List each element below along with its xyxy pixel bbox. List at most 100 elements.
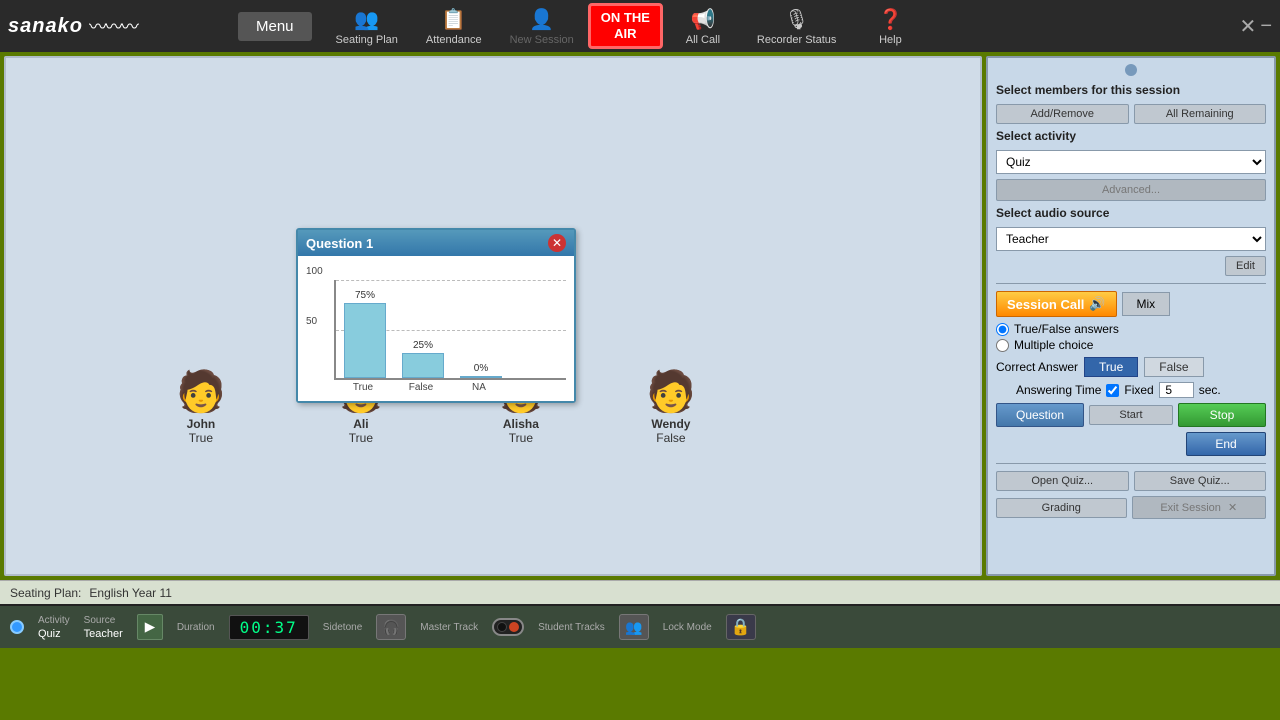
bar-false-rect bbox=[402, 353, 444, 378]
x-label-false: False bbox=[400, 382, 442, 393]
question-start-stop-row: Question Start Stop bbox=[996, 403, 1266, 427]
correct-false-button[interactable]: False bbox=[1144, 357, 1203, 377]
open-quiz-button[interactable]: Open Quiz... bbox=[996, 471, 1129, 491]
duration-label: Duration bbox=[177, 622, 215, 633]
session-call-label: Session Call bbox=[1007, 297, 1084, 312]
true-false-radio[interactable] bbox=[996, 323, 1009, 336]
fixed-label: Fixed bbox=[1124, 383, 1153, 397]
lock-mode-label: Lock Mode bbox=[663, 622, 712, 633]
student-ali-answer: True bbox=[349, 431, 373, 445]
quiz-buttons-row: Open Quiz... Save Quiz... bbox=[996, 471, 1266, 491]
select-activity-label: Select activity bbox=[996, 129, 1266, 143]
true-false-label: True/False answers bbox=[1014, 322, 1119, 336]
master-track-control[interactable] bbox=[492, 618, 524, 636]
student-wendy-icon: 🧑 bbox=[646, 368, 696, 415]
sec-label: sec. bbox=[1199, 383, 1221, 397]
edit-button[interactable]: Edit bbox=[1225, 256, 1266, 276]
chart-dialog: Question 1 ✕ 100 50 75% bbox=[296, 228, 576, 403]
x-label-true: True bbox=[342, 382, 384, 393]
recorder-label: Recorder Status bbox=[757, 34, 836, 46]
nav-all-call[interactable]: 📢 All Call bbox=[663, 3, 743, 50]
logo-area: sanako 〰〰〰 bbox=[8, 13, 238, 39]
true-false-radio-row[interactable]: True/False answers bbox=[996, 322, 1266, 336]
grading-button[interactable]: Grading bbox=[996, 498, 1127, 518]
answering-time-label: Answering Time bbox=[1016, 383, 1101, 397]
master-dot-1 bbox=[497, 622, 507, 632]
recorder-icon: 🎙 bbox=[784, 7, 809, 32]
panel-indicator bbox=[1125, 64, 1137, 76]
nav-attendance[interactable]: 📋 Attendance bbox=[412, 3, 496, 50]
new-session-icon: 👤 bbox=[529, 7, 554, 32]
bar-na-rect bbox=[460, 376, 502, 378]
seating-area: 🧑 John True 🧑 Ali True 🧑 Alisha True 🧑 W… bbox=[4, 56, 982, 576]
multiple-choice-radio-row[interactable]: Multiple choice bbox=[996, 338, 1266, 352]
multiple-choice-radio[interactable] bbox=[996, 339, 1009, 352]
edit-row: Edit bbox=[996, 256, 1266, 276]
student-wendy-name: Wendy bbox=[651, 417, 690, 431]
divider-1 bbox=[996, 283, 1266, 284]
seating-plan-value: English Year 11 bbox=[89, 586, 172, 600]
seating-plan-icon: 👥 bbox=[354, 7, 379, 32]
seconds-input[interactable] bbox=[1159, 382, 1194, 398]
audio-source-select[interactable]: Teacher bbox=[996, 227, 1266, 251]
student-tracks-button[interactable]: 👥 bbox=[619, 614, 649, 640]
on-air-button[interactable]: ON THEAIR bbox=[588, 3, 663, 48]
nav-seating-plan[interactable]: 👥 Seating Plan bbox=[322, 3, 412, 50]
bottombar: Activity Quiz Source Teacher ▶ Duration … bbox=[0, 604, 1280, 648]
advanced-button[interactable]: Advanced... bbox=[996, 179, 1266, 201]
session-call-button[interactable]: Session Call 🔊 bbox=[996, 291, 1117, 317]
sidetone-button[interactable]: 🎧 bbox=[376, 614, 406, 640]
end-button[interactable]: End bbox=[1186, 432, 1266, 456]
nav-new-session[interactable]: 👤 New Session bbox=[496, 3, 588, 50]
window-minimize-button[interactable]: − bbox=[1260, 15, 1272, 38]
mix-button[interactable]: Mix bbox=[1122, 292, 1171, 316]
correct-answer-row: Correct Answer True False bbox=[996, 357, 1266, 377]
student-alisha-answer: True bbox=[509, 431, 533, 445]
window-close-button[interactable]: ✕ bbox=[1240, 14, 1257, 39]
lock-mode-button[interactable]: 🔒 bbox=[726, 614, 756, 640]
all-call-label: All Call bbox=[686, 34, 720, 46]
master-dot-2 bbox=[509, 622, 519, 632]
sidetone-label: Sidetone bbox=[323, 622, 362, 633]
source-section: Source Teacher bbox=[84, 615, 123, 640]
master-track-label: Master Track bbox=[420, 622, 478, 633]
correct-true-button[interactable]: True bbox=[1084, 357, 1138, 377]
bar-na-pct: 0% bbox=[474, 363, 488, 374]
divider-2 bbox=[996, 463, 1266, 464]
all-call-icon: 📢 bbox=[690, 7, 715, 32]
student-wendy-answer: False bbox=[656, 431, 685, 445]
student-alisha-name: Alisha bbox=[503, 417, 539, 431]
student-john-icon: 🧑 bbox=[176, 368, 226, 415]
add-remove-button[interactable]: Add/Remove bbox=[996, 104, 1129, 124]
answer-type-group: True/False answers Multiple choice bbox=[996, 322, 1266, 352]
question-button[interactable]: Question bbox=[996, 403, 1084, 427]
select-members-label: Select members for this session bbox=[996, 83, 1266, 97]
attendance-icon: 📋 bbox=[441, 7, 466, 32]
exit-session-button[interactable]: Exit Session ✕ bbox=[1132, 496, 1267, 519]
save-quiz-button[interactable]: Save Quiz... bbox=[1134, 471, 1267, 491]
bar-true: 75% bbox=[344, 290, 386, 378]
all-remaining-button[interactable]: All Remaining bbox=[1134, 104, 1267, 124]
bar-true-rect bbox=[344, 303, 386, 378]
student-ali-name: Ali bbox=[353, 417, 368, 431]
answering-time-row: Answering Time Fixed sec. bbox=[1016, 382, 1266, 398]
activity-select[interactable]: Quiz bbox=[996, 150, 1266, 174]
chart-close-button[interactable]: ✕ bbox=[548, 234, 566, 252]
y-label-50: 50 bbox=[306, 316, 317, 327]
nav-help[interactable]: ❓ Help bbox=[850, 3, 930, 50]
main-area: 🧑 John True 🧑 Ali True 🧑 Alisha True 🧑 W… bbox=[0, 52, 1280, 580]
source-label: Source bbox=[84, 615, 123, 626]
statusbar: Seating Plan: English Year 11 bbox=[0, 580, 1280, 604]
menu-button[interactable]: Menu bbox=[238, 12, 312, 41]
logo-text: sanako bbox=[8, 15, 83, 37]
fixed-checkbox[interactable] bbox=[1106, 384, 1119, 397]
start-button[interactable]: Start bbox=[1089, 405, 1173, 425]
bar-false-pct: 25% bbox=[413, 340, 433, 351]
exit-session-close-icon: ✕ bbox=[1228, 502, 1237, 514]
stop-button[interactable]: Stop bbox=[1178, 403, 1266, 427]
session-call-row: Session Call 🔊 Mix bbox=[996, 291, 1266, 317]
wave-icon: 〰〰〰 bbox=[89, 13, 137, 39]
chart-body: 100 50 75% bbox=[298, 256, 574, 401]
nav-recorder-status[interactable]: 🎙 Recorder Status bbox=[743, 3, 850, 50]
play-button[interactable]: ▶ bbox=[137, 614, 163, 640]
